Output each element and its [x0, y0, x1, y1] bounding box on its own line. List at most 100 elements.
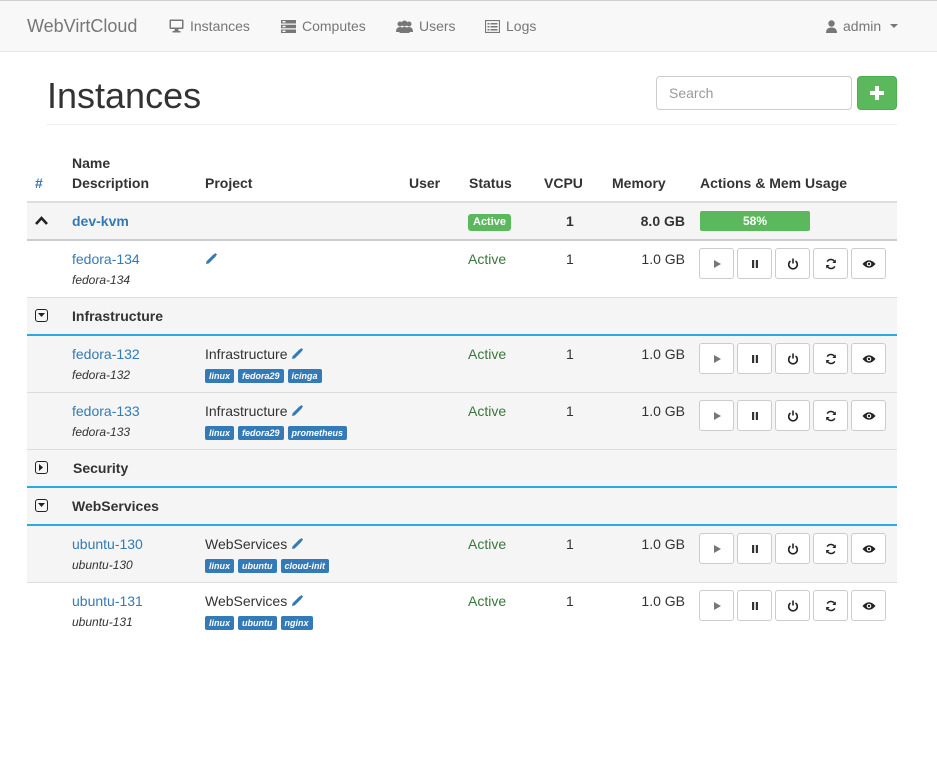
user-menu[interactable]: admin	[826, 18, 899, 34]
tag-list: linux fedora29 prometheus	[205, 426, 348, 440]
instance-name[interactable]: fedora-133	[72, 401, 140, 421]
search-input[interactable]	[656, 76, 852, 110]
instance-name[interactable]: ubuntu-130	[72, 534, 143, 554]
instance-actions	[699, 533, 886, 564]
page-title: Instances	[47, 75, 202, 116]
power-button[interactable]	[775, 400, 810, 431]
pause-button[interactable]	[737, 248, 772, 279]
instance-description: ubuntu-130	[72, 558, 133, 572]
instance-project: Infrastructure	[205, 344, 304, 364]
instance-vcpu: 1	[566, 403, 574, 419]
instance-actions	[699, 248, 886, 279]
collapse-icon[interactable]	[35, 499, 48, 512]
chevron-up-icon[interactable]	[35, 216, 48, 225]
refresh-icon	[825, 543, 836, 554]
pause-button[interactable]	[737, 533, 772, 564]
monitor-icon	[169, 19, 184, 33]
instance-status: Active	[468, 536, 507, 552]
restart-button[interactable]	[813, 533, 848, 564]
col-vcpu[interactable]: VCPU	[544, 173, 583, 193]
instance-project: WebServices	[205, 591, 304, 611]
pause-button[interactable]	[737, 590, 772, 621]
instance-description: fedora-134	[72, 273, 131, 287]
user-icon	[826, 19, 837, 33]
power-icon	[787, 410, 798, 422]
nav-users[interactable]: Users	[396, 18, 456, 34]
col-memory[interactable]: Memory	[612, 173, 666, 193]
console-button[interactable]	[851, 590, 886, 621]
instance-vcpu: 1	[566, 593, 574, 609]
instance-name[interactable]: fedora-134	[72, 249, 140, 269]
power-button[interactable]	[775, 533, 810, 564]
mem-usage-bar: 58%	[700, 211, 810, 231]
expand-icon[interactable]	[35, 461, 48, 474]
eye-icon	[862, 601, 875, 610]
pause-button[interactable]	[737, 343, 772, 374]
restart-button[interactable]	[813, 343, 848, 374]
col-status[interactable]: Status	[469, 173, 512, 193]
add-instance-button[interactable]	[857, 76, 897, 110]
host-memory: 8.0 GB	[640, 213, 685, 229]
tag: linux	[205, 616, 235, 630]
instance-status: Active	[468, 346, 507, 362]
nav-logs-label: Logs	[506, 18, 537, 34]
group-row-security[interactable]	[27, 450, 897, 486]
tag-list: linux ubuntu cloud-init	[205, 559, 330, 573]
power-button[interactable]	[775, 590, 810, 621]
console-button[interactable]	[851, 248, 886, 279]
group-name: Security	[73, 460, 129, 476]
power-button[interactable]	[775, 343, 810, 374]
tag: linux	[205, 426, 235, 440]
pencil-icon[interactable]	[291, 537, 304, 550]
pencil-icon[interactable]	[205, 253, 217, 265]
start-button[interactable]	[699, 590, 734, 621]
nav-logs[interactable]: Logs	[485, 18, 536, 34]
col-user[interactable]: User	[409, 173, 440, 193]
instance-description: fedora-133	[72, 425, 131, 439]
col-hash[interactable]: #	[35, 173, 43, 193]
status-badge: Active	[468, 214, 512, 231]
header-divider	[47, 124, 897, 125]
instance-vcpu: 1	[566, 346, 574, 362]
pencil-icon[interactable]	[291, 347, 304, 360]
group-name: WebServices	[72, 498, 159, 514]
instance-name[interactable]: fedora-132	[72, 344, 140, 364]
col-name[interactable]: Name	[72, 153, 110, 173]
start-button[interactable]	[699, 248, 734, 279]
pause-button[interactable]	[737, 400, 772, 431]
restart-button[interactable]	[813, 248, 848, 279]
collapse-icon[interactable]	[35, 309, 48, 322]
start-button[interactable]	[699, 533, 734, 564]
start-button[interactable]	[699, 343, 734, 374]
refresh-icon	[825, 600, 836, 611]
tag: linux	[205, 559, 235, 573]
console-button[interactable]	[851, 400, 886, 431]
restart-button[interactable]	[813, 400, 848, 431]
nav-instances[interactable]: Instances	[169, 18, 250, 34]
instance-vcpu: 1	[566, 536, 574, 552]
play-icon	[713, 601, 721, 610]
power-icon	[787, 353, 798, 365]
nav-computes[interactable]: Computes	[281, 18, 366, 34]
brand[interactable]: WebVirtCloud	[27, 16, 137, 37]
host-name[interactable]: dev-kvm	[72, 211, 129, 231]
power-button[interactable]	[775, 248, 810, 279]
start-button[interactable]	[699, 400, 734, 431]
console-button[interactable]	[851, 533, 886, 564]
col-description[interactable]: Description	[72, 173, 149, 193]
tag: ubuntu	[238, 559, 277, 573]
navbar: WebVirtCloud Instances Computes Users Lo…	[0, 0, 937, 52]
instance-name[interactable]: ubuntu-131	[72, 591, 143, 611]
nav-users-label: Users	[419, 18, 456, 34]
restart-button[interactable]	[813, 590, 848, 621]
pencil-icon[interactable]	[291, 594, 304, 607]
refresh-icon	[825, 410, 836, 421]
tag: icinga	[287, 369, 322, 383]
project-name: WebServices	[205, 536, 288, 552]
pencil-icon[interactable]	[291, 404, 304, 417]
eye-icon	[862, 259, 875, 268]
plus-icon	[870, 86, 884, 100]
console-button[interactable]	[851, 343, 886, 374]
col-project[interactable]: Project	[205, 173, 252, 193]
nav-instances-label: Instances	[190, 18, 250, 34]
